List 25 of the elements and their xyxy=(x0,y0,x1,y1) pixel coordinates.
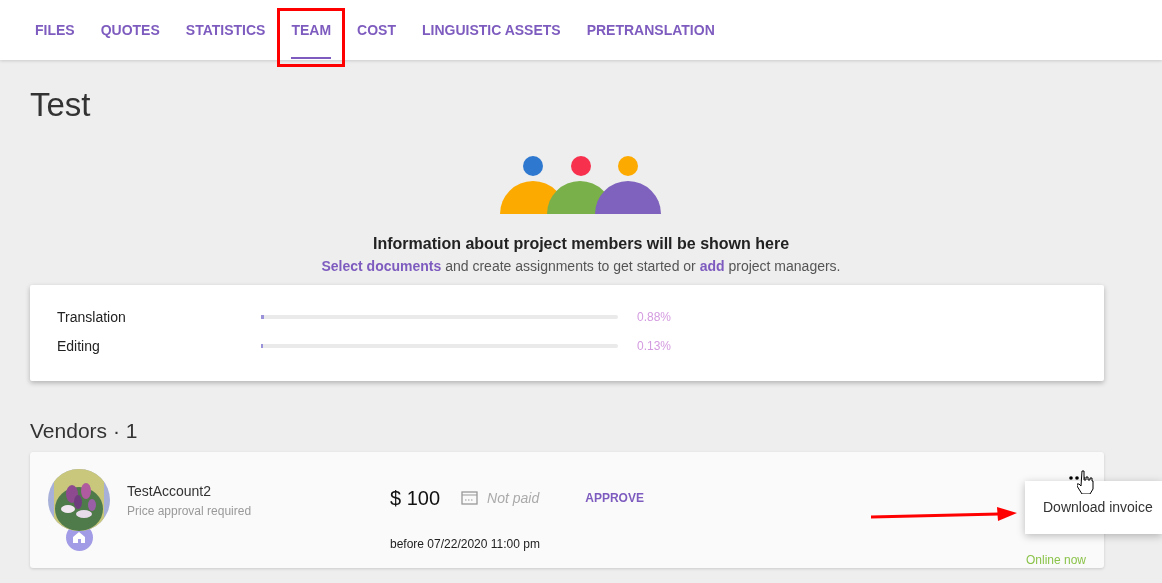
task-label: Editing xyxy=(57,336,101,356)
price: $ 100 xyxy=(390,486,441,511)
vendor-name: TestAccount2 xyxy=(127,482,213,501)
tab[interactable]: STATISTICS xyxy=(172,0,279,60)
tab[interactable]: PRETRANSLATION xyxy=(573,0,728,60)
approve-button[interactable]: APPROVE xyxy=(585,489,644,507)
invoice-icon xyxy=(461,491,479,505)
progress-reading: 0.88% xyxy=(637,309,672,326)
empty-state-text: Select documents and create assignments to get started or add project managers. xyxy=(321,256,841,276)
vendors-heading: Vendors · 1 xyxy=(30,417,139,444)
deadline: before 07/22/2020 11:00 pm xyxy=(390,536,541,553)
highlight-frame xyxy=(277,8,346,67)
tab[interactable]: QUOTES xyxy=(87,0,173,60)
page-title: Test xyxy=(30,85,92,125)
task-label: Translation xyxy=(57,307,127,327)
progress-reading: 0.13% xyxy=(637,338,672,355)
payment-status: Not paid xyxy=(487,488,540,508)
menu-item[interactable]: Download invoice xyxy=(1043,497,1156,518)
tab[interactable]: COST xyxy=(344,0,409,60)
tab[interactable]: TEAM xyxy=(278,0,345,60)
vendor-status: Price approval required xyxy=(127,503,253,520)
tab[interactable]: LINGUISTIC ASSETS xyxy=(408,0,574,60)
empty-state-heading: Information about project members will be shown here xyxy=(372,233,790,254)
tab[interactable]: FILES xyxy=(22,0,88,60)
online-status: Online now xyxy=(1025,552,1086,569)
